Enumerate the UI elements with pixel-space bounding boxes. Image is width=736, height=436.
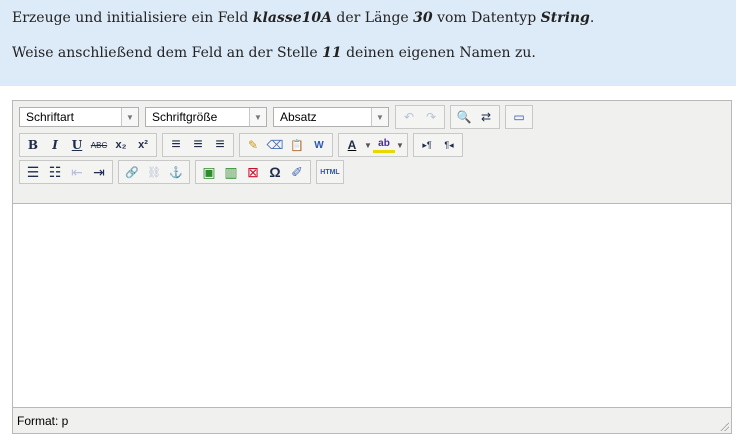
task-text: Weise anschließend dem Feld an der Stell… xyxy=(12,45,323,61)
subscript-button[interactable]: x₂ xyxy=(110,135,132,155)
ltr-icon[interactable]: ▸¶ xyxy=(416,135,438,155)
link-icon[interactable]: 🔗 xyxy=(121,162,143,182)
task-line-1: Erzeuge und initialisiere ein Feld klass… xyxy=(12,10,594,26)
list-group: ☰ ☷ ⇤ ⇥ xyxy=(19,160,113,184)
html-source-icon[interactable]: HTML xyxy=(319,162,341,182)
rtl-icon[interactable]: ¶◂ xyxy=(438,135,460,155)
array-name: klasse10A xyxy=(252,10,332,26)
italic-button[interactable]: I xyxy=(44,135,66,155)
outdent-icon[interactable]: ⇤ xyxy=(66,162,88,182)
task-text: Erzeuge und initialisiere ein Feld xyxy=(12,10,253,26)
resize-handle-icon[interactable] xyxy=(719,421,729,431)
task-prompt: Erzeuge und initialisiere ein Feld klass… xyxy=(0,0,736,86)
format-group: B I U ABC x₂ x² xyxy=(19,133,157,157)
font-family-label: Schriftart xyxy=(26,110,75,124)
indent-icon[interactable]: ⇥ xyxy=(88,162,110,182)
underline-button[interactable]: U xyxy=(66,135,88,155)
link-group: 🔗 ⛓ ⚓ xyxy=(118,160,190,184)
edit-icon[interactable]: ✐ xyxy=(286,162,308,182)
strikethrough-button[interactable]: ABC xyxy=(88,135,110,155)
block-format-select[interactable]: Absatz ▼ xyxy=(273,107,389,127)
toolbar-row-1: Schriftart ▼ Schriftgröße ▼ Absatz ▼ ↶ ↷… xyxy=(19,105,538,129)
redo-icon[interactable]: ↷ xyxy=(420,107,442,127)
bold-button[interactable]: B xyxy=(22,135,44,155)
font-family-select[interactable]: Schriftart ▼ xyxy=(19,107,139,127)
font-size-label: Schriftgröße xyxy=(152,110,218,124)
array-index: 11 xyxy=(322,45,342,61)
align-center-icon[interactable]: ≡ xyxy=(187,135,209,155)
chevron-down-icon[interactable]: ▼ xyxy=(371,108,388,126)
search-group: 🔍 ⇄ xyxy=(450,105,500,129)
editor-toolbar: Schriftart ▼ Schriftgröße ▼ Absatz ▼ ↶ ↷… xyxy=(13,101,731,203)
text-color-icon[interactable]: A xyxy=(341,135,363,155)
view-group: ▭ xyxy=(505,105,533,129)
media-icon[interactable]: ▥ xyxy=(220,162,242,182)
toolbar-row-2: B I U ABC x₂ x² ≡ ≡ ≡ ✎ ⌫ 📋 W A ▼ ab ▼ ▸… xyxy=(19,133,468,157)
insert-group: ▣ ▥ ⊠ Ω ✐ xyxy=(195,160,311,184)
color-group: A ▼ ab ▼ xyxy=(338,133,408,157)
history-group: ↶ ↷ xyxy=(395,105,445,129)
editor-content-area[interactable] xyxy=(13,203,731,408)
align-right-icon[interactable]: ≡ xyxy=(209,135,231,155)
task-text: deinen eigenen Namen zu. xyxy=(341,45,536,61)
highlight-icon[interactable]: ab xyxy=(373,137,395,153)
eraser-icon[interactable]: ⌫ xyxy=(264,135,286,155)
undo-icon[interactable]: ↶ xyxy=(398,107,420,127)
find-icon[interactable]: 🔍 xyxy=(453,107,475,127)
bullet-list-icon[interactable]: ☰ xyxy=(22,162,44,182)
align-left-icon[interactable]: ≡ xyxy=(165,135,187,155)
toolbar-row-3: ☰ ☷ ⇤ ⇥ 🔗 ⛓ ⚓ ▣ ▥ ⊠ Ω ✐ HTML xyxy=(19,160,349,184)
fullscreen-icon[interactable]: ▭ xyxy=(508,107,530,127)
anchor-icon[interactable]: ⚓ xyxy=(165,162,187,182)
task-text: vom Datentyp xyxy=(432,10,541,26)
paste-word-icon[interactable]: W xyxy=(308,135,330,155)
numbered-list-icon[interactable]: ☷ xyxy=(44,162,66,182)
array-length: 30 xyxy=(413,10,433,26)
code-group: HTML xyxy=(316,160,344,184)
unlink-icon[interactable]: ⛓ xyxy=(143,162,165,182)
block-format-label: Absatz xyxy=(280,110,317,124)
chevron-down-icon[interactable]: ▼ xyxy=(395,135,405,155)
replace-icon[interactable]: ⇄ xyxy=(475,107,497,127)
superscript-button[interactable]: x² xyxy=(132,135,154,155)
image-icon[interactable]: ▣ xyxy=(198,162,220,182)
task-text: der Länge xyxy=(331,10,414,26)
rich-text-editor: Schriftart ▼ Schriftgröße ▼ Absatz ▼ ↶ ↷… xyxy=(12,100,732,434)
font-size-select[interactable]: Schriftgröße ▼ xyxy=(145,107,267,127)
chevron-down-icon[interactable]: ▼ xyxy=(249,108,266,126)
paste-text-icon[interactable]: 📋 xyxy=(286,135,308,155)
task-line-2: Weise anschließend dem Feld an der Stell… xyxy=(12,45,536,61)
file-icon[interactable]: ⊠ xyxy=(242,162,264,182)
chevron-down-icon[interactable]: ▼ xyxy=(121,108,138,126)
align-group: ≡ ≡ ≡ xyxy=(162,133,234,157)
chevron-down-icon[interactable]: ▼ xyxy=(363,135,373,155)
data-type: String xyxy=(540,10,590,26)
task-text: . xyxy=(589,10,595,26)
cleanup-icon[interactable]: ✎ xyxy=(242,135,264,155)
clipboard-group: ✎ ⌫ 📋 W xyxy=(239,133,333,157)
editor-status-bar: Format: p xyxy=(13,408,731,433)
format-path-label: Format: p xyxy=(17,413,69,428)
direction-group: ▸¶ ¶◂ xyxy=(413,133,463,157)
omega-icon[interactable]: Ω xyxy=(264,162,286,182)
